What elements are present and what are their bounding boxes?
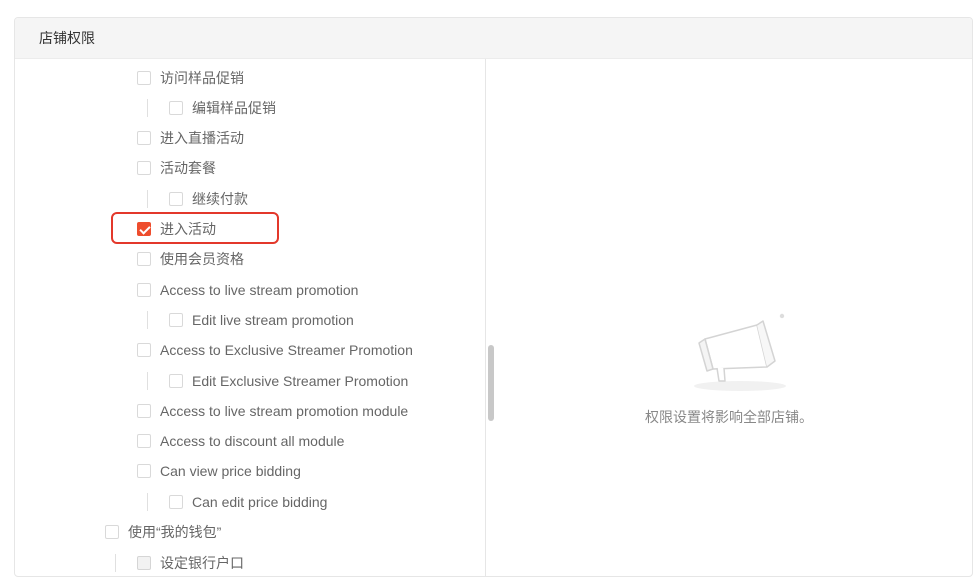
permission-item-use-my-wallet[interactable]: 使用“我的钱包” (105, 517, 221, 547)
checkbox[interactable] (105, 525, 119, 539)
permission-label: Can view price bidding (160, 463, 301, 479)
permission-item-access-exclusive-streamer-promotion[interactable]: Access to Exclusive Streamer Promotion (137, 335, 413, 365)
permission-item-enter-live-activity[interactable]: 进入直播活动 (137, 123, 244, 153)
permission-label: 编辑样品促销 (192, 100, 276, 116)
permission-label: Edit live stream promotion (192, 312, 354, 328)
permission-label: 活动套餐 (160, 160, 216, 176)
tree-guide-line (115, 554, 116, 572)
permission-label: Edit Exclusive Streamer Promotion (192, 373, 409, 389)
permission-label: 进入直播活动 (160, 130, 244, 146)
permission-item-access-sample-promotion[interactable]: 访问样品促销 (137, 63, 244, 93)
checkbox[interactable] (169, 374, 183, 388)
permission-label: Access to Exclusive Streamer Promotion (160, 342, 413, 358)
permission-item-edit-exclusive-streamer-promotion[interactable]: Edit Exclusive Streamer Promotion (169, 366, 408, 396)
checkbox[interactable] (169, 101, 183, 115)
permission-item-view-price-bidding[interactable]: Can view price bidding (137, 456, 301, 486)
permission-item-access-discount-all-module[interactable]: Access to discount all module (137, 426, 344, 456)
tree-guide-line (147, 311, 148, 329)
checkbox[interactable] (169, 192, 183, 206)
permission-item-activity-bundle[interactable]: 活动套餐 (137, 153, 216, 183)
panel-body: 访问样品促销 编辑样品促销 进入直播活动 活动套餐 继续付款 进入活动 使用会员… (15, 59, 972, 576)
permission-item-edit-price-bidding[interactable]: Can edit price bidding (169, 487, 327, 517)
permission-item-set-bank-account[interactable]: 设定银行户口 (137, 548, 244, 576)
permission-label: 进入活动 (160, 221, 216, 237)
tree-guide-line (147, 99, 148, 117)
permission-item-enter-activity[interactable]: 进入活动 (137, 214, 216, 244)
checkbox[interactable] (169, 313, 183, 327)
checkbox-checked[interactable] (137, 222, 151, 236)
permission-item-edit-sample-promotion[interactable]: 编辑样品促销 (169, 93, 276, 123)
permission-tree[interactable]: 访问样品促销 编辑样品促销 进入直播活动 活动套餐 继续付款 进入活动 使用会员… (15, 59, 486, 576)
permission-item-access-live-stream-promotion-module[interactable]: Access to live stream promotion module (137, 396, 408, 426)
permission-item-use-membership[interactable]: 使用会员资格 (137, 244, 244, 274)
empty-state: 权限设置将影响全部店铺。 (486, 59, 972, 576)
permission-label: Access to live stream promotion module (160, 403, 409, 419)
permission-item-edit-live-stream-promotion[interactable]: Edit live stream promotion (169, 305, 354, 335)
checkbox[interactable] (137, 343, 151, 357)
permission-item-continue-payment[interactable]: 继续付款 (169, 184, 248, 214)
permission-label: Access to live stream promotion (160, 282, 359, 298)
permission-label: Can edit price bidding (192, 494, 328, 510)
permission-label: 继续付款 (192, 191, 248, 207)
tree-guide-line (147, 190, 148, 208)
checkbox[interactable] (137, 434, 151, 448)
permission-label: Access to discount all module (160, 433, 345, 449)
megaphone-icon (694, 313, 786, 391)
checkbox[interactable] (137, 464, 151, 478)
permission-label: 使用“我的钱包” (128, 524, 222, 540)
checkbox[interactable] (137, 71, 151, 85)
tree-guide-line (147, 493, 148, 511)
checkbox[interactable] (137, 131, 151, 145)
permission-tree-list: 访问样品促销 编辑样品促销 进入直播活动 活动套餐 继续付款 进入活动 使用会员… (15, 59, 485, 576)
checkbox[interactable] (137, 283, 151, 297)
permission-item-access-live-stream-promotion[interactable]: Access to live stream promotion (137, 275, 358, 305)
checkbox[interactable] (137, 404, 151, 418)
empty-state-message: 权限设置将影响全部店铺。 (645, 409, 813, 425)
permission-label: 设定银行户口 (160, 555, 244, 571)
checkbox-disabled[interactable] (137, 556, 151, 570)
permission-label: 使用会员资格 (160, 251, 244, 267)
permission-label: 访问样品促销 (160, 70, 244, 86)
checkbox[interactable] (137, 252, 151, 266)
checkbox[interactable] (169, 495, 183, 509)
shop-permissions-panel: 店铺权限 访问样品促销 编辑样品促销 进入直播活动 活动套餐 继续付款 进入活动… (14, 17, 973, 577)
tree-guide-line (147, 372, 148, 390)
checkbox[interactable] (137, 161, 151, 175)
panel-header: 店铺权限 (15, 18, 972, 59)
